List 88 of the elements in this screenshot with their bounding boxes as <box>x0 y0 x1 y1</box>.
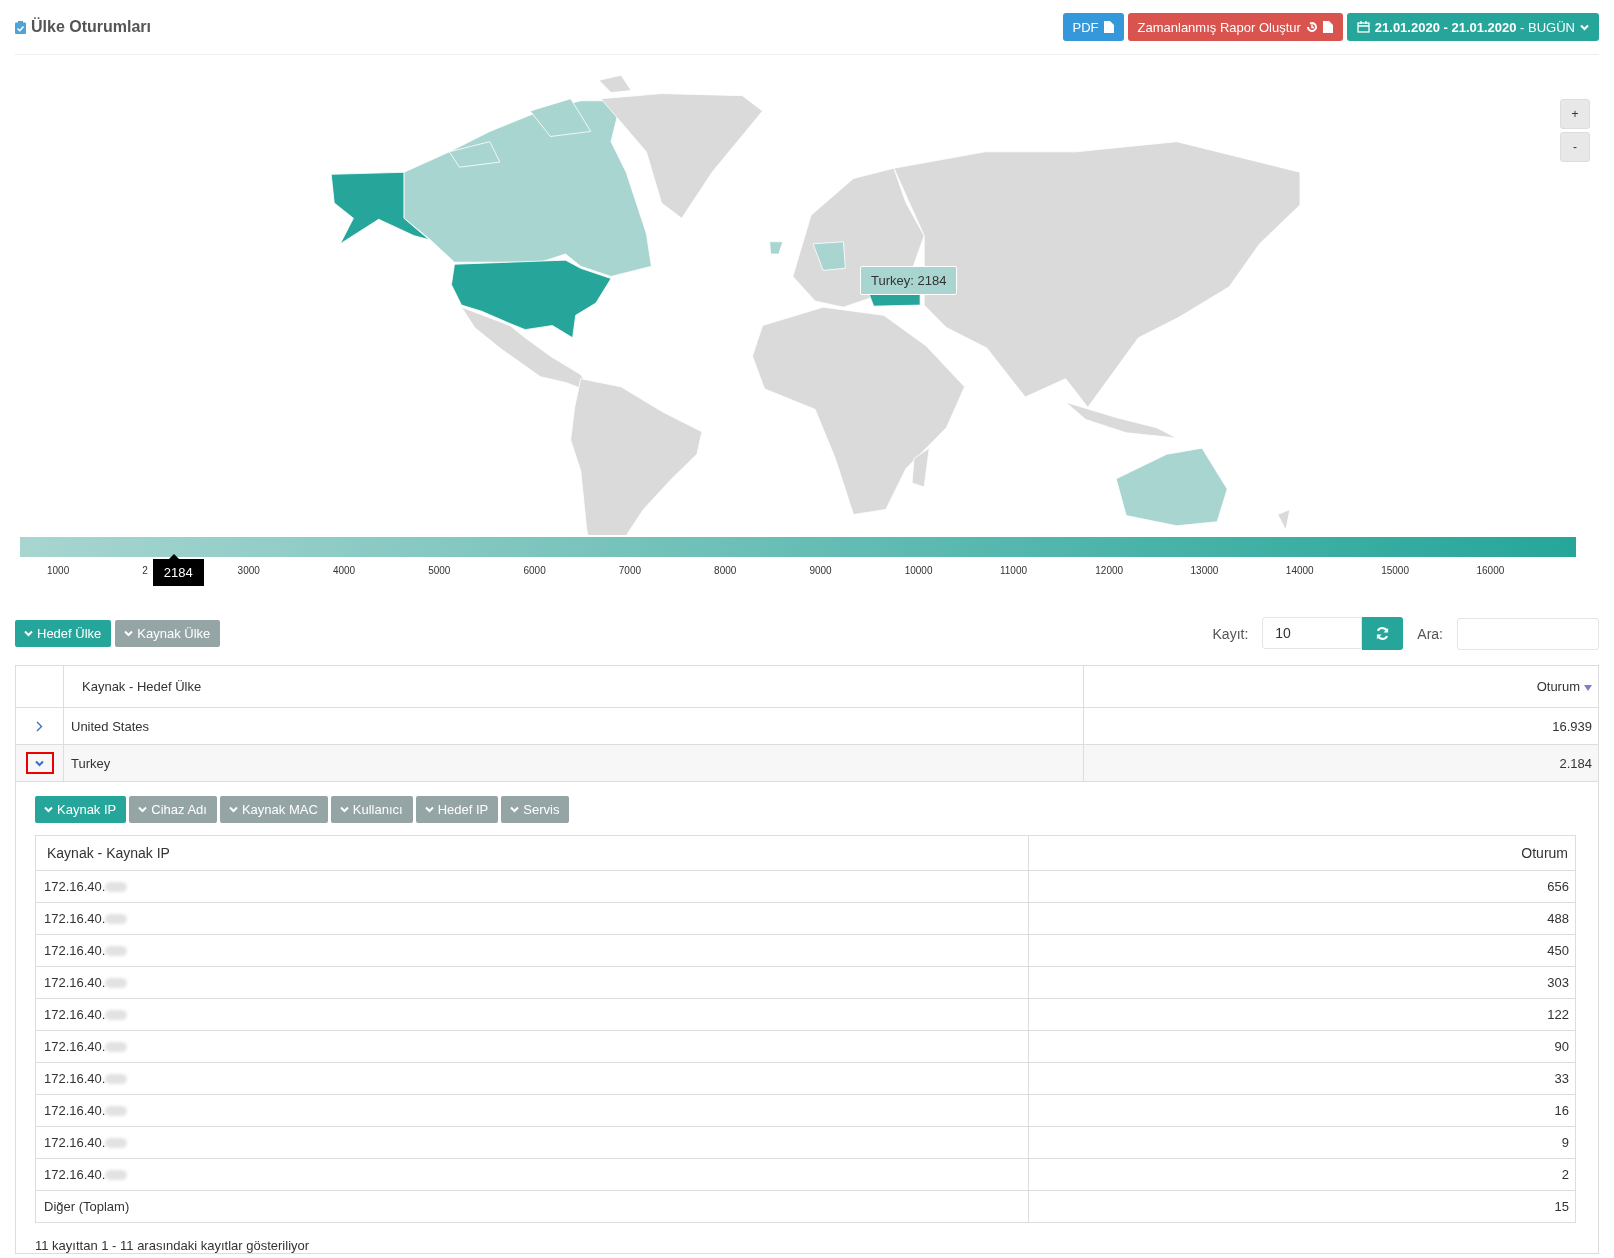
country-name: United States <box>71 718 150 734</box>
ip-address: 172.16.40. <box>44 1039 106 1054</box>
session-count: 122 <box>1547 1007 1569 1022</box>
search-label: Ara: <box>1417 625 1443 642</box>
pdf-file-icon <box>1322 21 1333 33</box>
chevron-down-icon <box>124 630 134 637</box>
column-header: Kaynak - Hedef Ülke <box>82 679 202 694</box>
ip-address: 172.16.40. <box>44 975 106 990</box>
zoom-out-button[interactable]: - <box>1560 132 1590 162</box>
session-count: 15 <box>1554 1199 1569 1214</box>
sort-icon <box>1584 684 1592 691</box>
scale-label: 2 <box>142 565 148 576</box>
session-count: 450 <box>1547 943 1569 958</box>
scale-label: 12000 <box>1095 565 1124 576</box>
history-icon <box>1305 21 1318 33</box>
session-count: 16 <box>1554 1103 1569 1118</box>
session-count: 2.184 <box>1559 755 1592 771</box>
scale-label: 15000 <box>1381 565 1409 576</box>
chevron-down-icon <box>339 806 349 813</box>
clipboard-check-icon <box>15 20 26 34</box>
ip-address: 172.16.40. <box>44 1135 106 1150</box>
scale-label: 13000 <box>1190 565 1219 576</box>
table-info: 11 kayıttan 1 - 11 arasındaki kayıtlar gösteriliyor <box>35 1238 311 1253</box>
chevron-down-icon <box>424 806 434 813</box>
ip-address: 172.16.40. <box>44 1007 106 1022</box>
ip-address: 172.16.40. <box>44 943 106 958</box>
refresh-button[interactable] <box>1362 617 1404 650</box>
ip-address: Diğer (Toplam) <box>44 1199 130 1214</box>
session-count: 488 <box>1547 911 1569 926</box>
file-icon <box>1103 21 1114 33</box>
column-header[interactable]: Oturum <box>1536 679 1580 694</box>
session-count: 656 <box>1547 879 1569 894</box>
breakdown-button[interactable]: Cihaz Adı <box>129 796 217 823</box>
column-header: Oturum <box>1521 845 1568 861</box>
scale-label: 11000 <box>999 565 1028 576</box>
breakdown-button[interactable]: Kaynak MAC <box>219 796 328 823</box>
breakdown-button[interactable]: Kaynak IP <box>35 796 127 823</box>
session-count: 90 <box>1554 1039 1569 1054</box>
chevron-down-icon <box>228 806 238 813</box>
scale-label: 1000 <box>47 565 70 576</box>
session-count: 9 <box>1561 1135 1569 1150</box>
country-name: Turkey <box>71 755 111 771</box>
scale-label: 7000 <box>618 565 642 576</box>
ip-address: 172.16.40. <box>44 1071 106 1086</box>
ip-address: 172.16.40. <box>44 911 106 926</box>
schedule-report-button[interactable]: Zamanlanmış Rapor Oluştur <box>1127 13 1343 41</box>
breakdown-button[interactable]: Servis <box>501 796 570 823</box>
chevron-down-icon <box>44 806 53 813</box>
ip-address: 172.16.40. <box>44 1103 106 1118</box>
session-count: 16.939 <box>1552 718 1592 734</box>
chevron-down-icon <box>24 630 33 637</box>
scale-label: 16000 <box>1476 565 1505 576</box>
session-count: 303 <box>1547 975 1569 990</box>
date-range-button[interactable]: 21.01.2020 - 21.01.2020 - BUGÜN <box>1346 13 1599 41</box>
zoom-in-button[interactable]: + <box>1560 99 1590 129</box>
ip-address: 172.16.40. <box>44 879 106 894</box>
scale-label: 9000 <box>809 565 832 576</box>
chevron-right-icon <box>36 720 43 732</box>
breakdown-button[interactable]: Hedef IP <box>415 796 499 823</box>
chevron-down-icon <box>138 806 148 813</box>
chevron-down-icon <box>510 806 520 813</box>
caret-icon <box>1580 23 1589 31</box>
scale-label: 4000 <box>332 565 356 576</box>
chevron-down-icon <box>35 759 44 767</box>
scale-label: 10000 <box>904 565 933 576</box>
session-count: 2 <box>1561 1167 1569 1182</box>
scale-label: 5000 <box>428 565 451 576</box>
map-tooltip: Turkey: 2184 <box>860 266 958 295</box>
page-size-label: Kayıt: <box>1212 625 1249 642</box>
column-header: Kaynak - Kaynak IP <box>47 845 170 861</box>
scale-label: 6000 <box>523 565 546 576</box>
search-field[interactable] <box>1457 617 1599 650</box>
calendar-icon <box>1356 21 1370 33</box>
page-title: Ülke Oturumları <box>31 18 152 36</box>
ip-address: 172.16.40. <box>44 1167 106 1182</box>
scale-label: 3000 <box>237 565 260 576</box>
session-count: 33 <box>1554 1071 1569 1086</box>
group-by-button[interactable]: Kaynak Ülke <box>115 620 221 647</box>
group-by-button[interactable]: Hedef Ülke <box>15 620 112 647</box>
pointer-icon <box>168 554 179 559</box>
refresh-icon <box>1375 626 1391 641</box>
page-size-field[interactable]: 10 <box>1262 617 1363 649</box>
scale-label: 14000 <box>1285 565 1314 576</box>
expand-toggle[interactable] <box>25 752 54 774</box>
scale-marker: 2184 <box>152 559 204 586</box>
pdf-button[interactable]: PDF <box>1062 13 1124 41</box>
breakdown-button[interactable]: Kullanıcı <box>330 796 413 823</box>
scale-label: 8000 <box>714 565 737 576</box>
